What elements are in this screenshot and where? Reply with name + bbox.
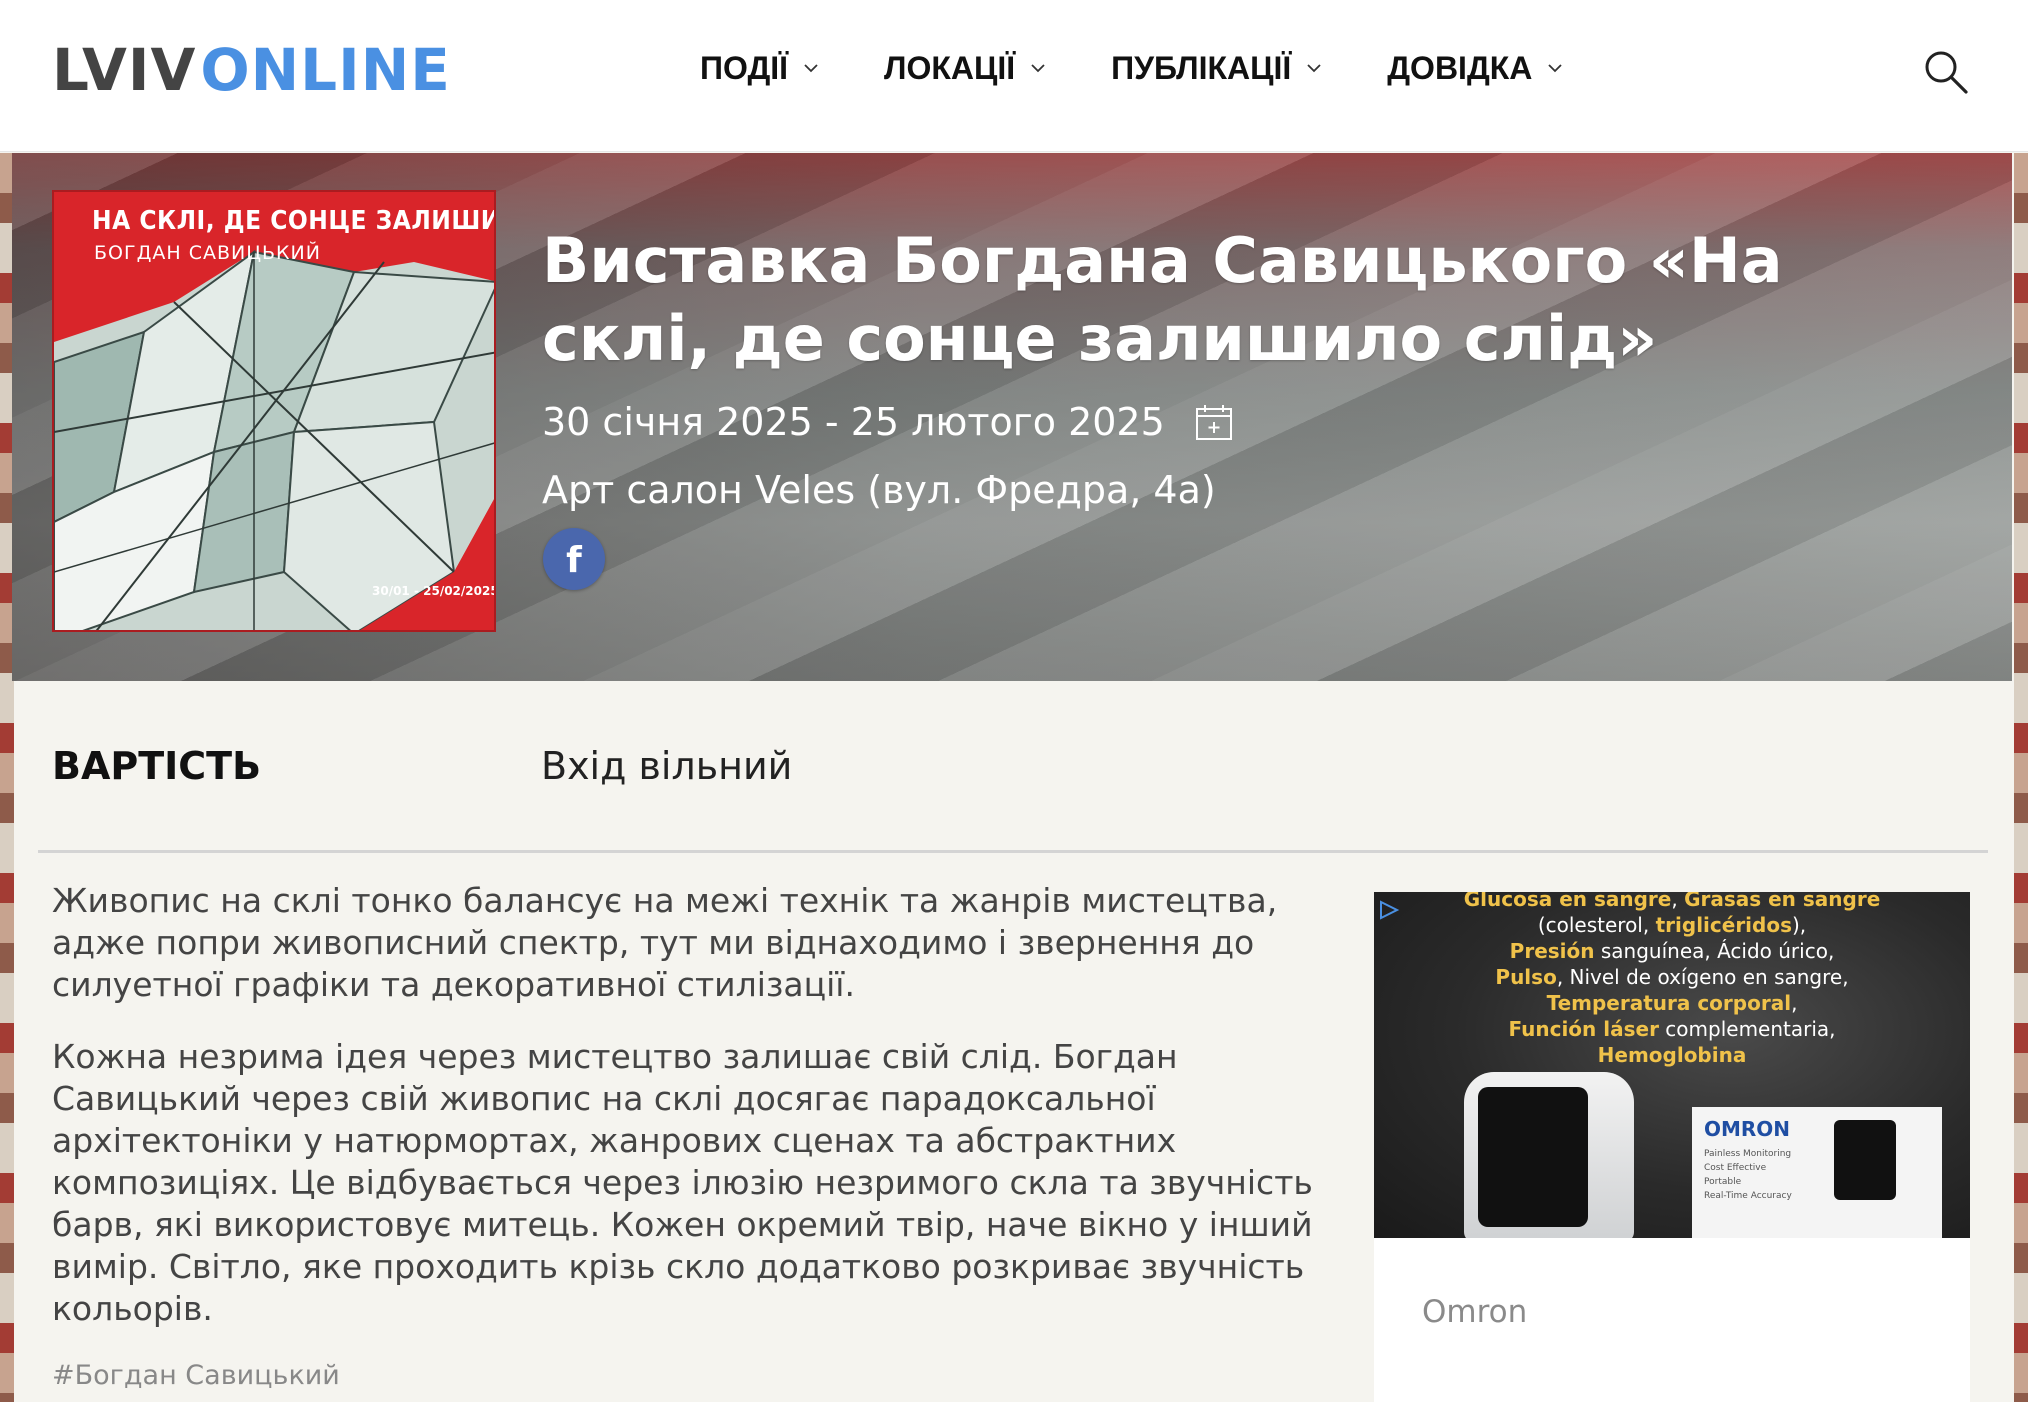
poster-title: НА СКЛІ, ДЕ СОНЦЕ ЗАЛИШИЛО СЛІД xyxy=(92,206,496,236)
facebook-icon: f xyxy=(566,540,582,581)
ad-text-line: Presión sanguínea, Ácido úrico, xyxy=(1374,938,1970,964)
logo-online: ONLINE xyxy=(200,36,451,104)
ad-text-highlight: Función láser xyxy=(1508,1017,1659,1041)
nav-item-publications[interactable]: ПУБЛІКАЦІЇ xyxy=(1111,46,1323,90)
facebook-share-button[interactable]: f xyxy=(543,528,605,590)
event-poster[interactable]: НА СКЛІ, ДЕ СОНЦЕ ЗАЛИШИЛО СЛІД БОГДАН С… xyxy=(52,190,496,632)
ad-text: Glucosa en sangre, Grasas en sangre (cole… xyxy=(1374,892,1970,1068)
box-feature: Real-Time Accuracy xyxy=(1704,1191,1792,1201)
ad-text-segment: , Nivel de oxígeno en sangre, xyxy=(1556,965,1849,989)
box-feature: Portable xyxy=(1704,1177,1742,1187)
ad-text-line: Hemoglobina xyxy=(1374,1042,1970,1068)
ad-image[interactable]: Glucosa en sangre, Grasas en sangre (cole… xyxy=(1374,892,1970,1238)
event-title: Виставка Богдана Савицького «На склі, де… xyxy=(542,224,1783,375)
event-dates-text: 30 січня 2025 - 25 лютого 2025 xyxy=(542,400,1165,444)
price-label: ВАРТІСТЬ xyxy=(52,744,262,788)
calendar-add-icon[interactable] xyxy=(1195,403,1233,441)
search-icon[interactable] xyxy=(1922,48,1970,96)
nav-item-guide[interactable]: ДОВІДКА xyxy=(1387,46,1564,90)
ad-text-highlight: Presión xyxy=(1509,939,1595,963)
ad-text-line: (colesterol, triglicéridos), xyxy=(1374,912,1970,938)
ad-text-segment: , xyxy=(1671,892,1685,911)
poster-dates: 30/01 - 25/02/2025 xyxy=(372,584,496,598)
box-brand: OMRON xyxy=(1704,1117,1791,1141)
ad-text-segment: sanguínea, Ácido úrico, xyxy=(1594,939,1835,963)
chevron-down-icon xyxy=(1548,64,1563,73)
poster-author: БОГДАН САВИЦЬКИЙ xyxy=(94,242,321,264)
ad-text-highlight: Temperatura corporal xyxy=(1546,991,1792,1015)
ad-text-segment: ), xyxy=(1792,913,1807,937)
logo-lviv: LVIV xyxy=(52,36,197,104)
ad-text-line: Pulso, Nivel de oxígeno en sangre, xyxy=(1374,964,1970,990)
nav-label: ДОВІДКА xyxy=(1387,49,1533,86)
site-logo[interactable]: LVIVONLINE xyxy=(52,40,451,100)
chevron-down-icon xyxy=(1031,64,1045,73)
ad-text-highlight: Glucosa en sangre xyxy=(1463,892,1672,911)
nav-label: ЛОКАЦІЇ xyxy=(883,49,1016,86)
description-paragraph: Кожна незрима ідея через мистецтво залиш… xyxy=(52,1037,1313,1328)
price-value: Вхід вільний xyxy=(541,744,793,788)
ad-brand[interactable]: Omron xyxy=(1422,1294,1527,1330)
nav-label: ПУБЛІКАЦІЇ xyxy=(1111,49,1292,86)
event-venue[interactable]: Арт салон Veles (вул. Фредра, 4а) xyxy=(542,466,1216,514)
ad-choices-icon[interactable] xyxy=(1378,900,1400,920)
ad-text-highlight: Pulso xyxy=(1495,965,1557,989)
chevron-down-icon xyxy=(1307,64,1321,73)
box-screen xyxy=(1834,1120,1896,1200)
advertisement[interactable]: Glucosa en sangre, Grasas en sangre (cole… xyxy=(1374,892,1970,1402)
description-paragraph: Живопис на склі тонко балансує на межі т… xyxy=(52,881,1278,1004)
event-description: Живопис на склі тонко балансує на межі т… xyxy=(52,880,1342,1360)
nav-item-locations[interactable]: ЛОКАЦІЇ xyxy=(884,46,1047,90)
ad-text-segment: (colesterol, xyxy=(1537,913,1656,937)
box-feature: Painless Monitoring xyxy=(1704,1149,1792,1159)
ad-text-line: Función láser complementaria, xyxy=(1374,1016,1970,1042)
nav-label: ПОДІЇ xyxy=(700,49,788,86)
background-strip-right xyxy=(2014,153,2028,1402)
ad-text-segment: , xyxy=(1791,991,1798,1015)
event-dates: 30 січня 2025 - 25 лютого 2025 xyxy=(542,398,1233,446)
chevron-down-icon xyxy=(804,64,818,73)
ad-text-highlight: Grasas en sangre xyxy=(1684,892,1881,911)
ad-text-line: Glucosa en sangre, Grasas en sangre xyxy=(1374,892,1970,912)
box-feature: Cost Effective xyxy=(1704,1163,1767,1173)
ad-text-highlight: triglicéridos xyxy=(1655,913,1792,937)
box-features: Painless Monitoring Cost Effective Porta… xyxy=(1704,1147,1792,1203)
device-screen xyxy=(1478,1087,1588,1227)
site-header: LVIVONLINE ПОДІЇ ЛОКАЦІЇ ПУБЛІКАЦІЇ ДОВІ… xyxy=(0,0,2028,152)
ad-text-highlight: Hemoglobina xyxy=(1597,1043,1747,1067)
section-divider xyxy=(38,850,1988,853)
nav-item-events[interactable]: ПОДІЇ xyxy=(700,46,820,90)
ad-text-segment: complementaria, xyxy=(1658,1017,1836,1041)
tag-link[interactable]: #Богдан Савицький xyxy=(52,1360,340,1391)
main-nav: ПОДІЇ ЛОКАЦІЇ ПУБЛІКАЦІЇ ДОВІДКА xyxy=(700,46,1628,90)
ad-text-line: Temperatura corporal, xyxy=(1374,990,1970,1016)
